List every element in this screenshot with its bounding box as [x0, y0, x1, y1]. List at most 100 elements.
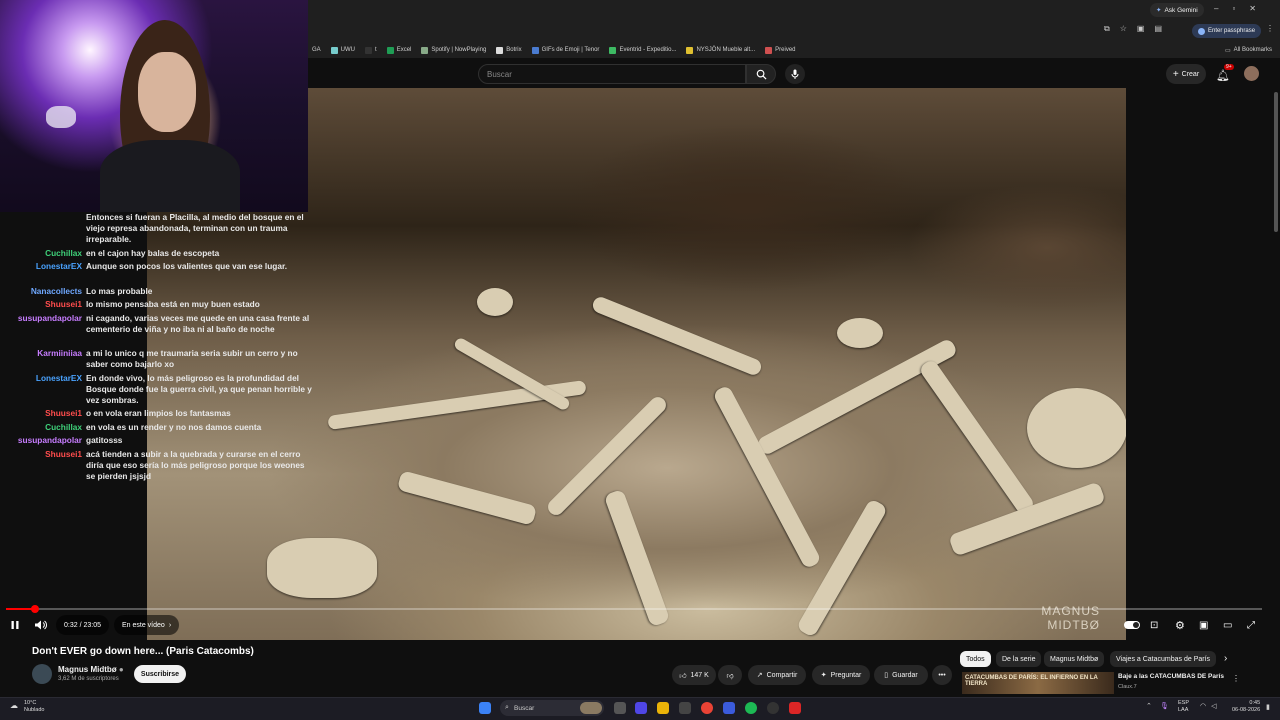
bookmark-icon — [421, 46, 429, 54]
chat-message: Cuchillax en el cajon hay balas de escope… — [0, 248, 316, 259]
subscriber-count: 3,62 M de suscriptores — [58, 676, 119, 682]
extensions-icon[interactable]: ▣ — [1137, 24, 1145, 34]
bookmark-item[interactable]: Preived — [765, 46, 796, 54]
chevron-right-icon[interactable]: › — [1224, 653, 1227, 664]
progress-scrubber[interactable] — [30, 605, 39, 613]
bookmark-item[interactable]: Spotify | NowPlaying — [421, 46, 486, 54]
more-actions-button[interactable]: ••• — [932, 665, 952, 685]
weather-widget[interactable]: ☁ 10°C Nublado — [10, 700, 45, 714]
fullscreen-button[interactable]: ⤢ — [1247, 615, 1255, 635]
chat-username[interactable]: Cuchillax — [45, 422, 82, 433]
chat-message: LonestarEX En donde vivo, lo más peligros… — [0, 373, 316, 406]
channel-avatar[interactable] — [32, 664, 52, 684]
chat-message: Cuchillax en vola es un render y no nos d… — [0, 422, 316, 433]
time-display: 0:32 / 23:05 — [56, 615, 109, 635]
subscribe-button[interactable]: Suscribirse — [134, 665, 186, 683]
bookmark-item[interactable]: NYSJÖN Mueble alt... — [686, 46, 755, 54]
subtitles-button[interactable]: ⊡ — [1150, 615, 1158, 635]
chapter-button[interactable]: En este vídeo › — [114, 615, 180, 635]
menu-kebab-icon[interactable]: ⋮ — [1266, 24, 1274, 33]
bookmark-item[interactable]: t — [365, 46, 377, 54]
dislike-button[interactable]: 👎︎ — [718, 665, 742, 685]
taskbar-search[interactable]: ⌕ Buscar — [500, 700, 604, 716]
create-button[interactable]: + Crear — [1166, 64, 1206, 84]
voice-search-button[interactable] — [785, 64, 805, 84]
language-indicator[interactable]: ESP LAA — [1178, 700, 1189, 714]
chip-all[interactable]: Todos — [960, 651, 991, 667]
chat-username[interactable]: Shuusei1 — [45, 449, 82, 460]
tray-app-icon[interactable]: 🎙︎ — [1160, 702, 1169, 710]
chat-username[interactable]: Shuusei1 — [45, 299, 82, 310]
ask-gemini-button[interactable]: ✦ Ask Gemini — [1150, 3, 1204, 17]
miniplayer-button[interactable]: ▣ — [1199, 615, 1208, 635]
notification-badge: 9+ — [1224, 64, 1234, 70]
chip-catacombs[interactable]: Viajes a Catacumbas de París — [1110, 651, 1217, 667]
minimize-icon[interactable]: – — [1214, 4, 1218, 13]
notification-center-icon[interactable]: ▮ — [1266, 703, 1270, 711]
autoplay-toggle[interactable] — [1124, 615, 1140, 635]
clock[interactable]: 0:45 06-08-2026 — [1232, 700, 1260, 714]
chat-username[interactable]: Shuusei1 — [45, 408, 82, 419]
verified-icon: ● — [118, 665, 124, 674]
bookmark-item[interactable]: Botrix — [496, 46, 522, 54]
ask-button[interactable]: ✦ Preguntar — [812, 665, 870, 685]
bookmark-star-icon[interactable]: ☆ — [1120, 24, 1127, 34]
volume-button[interactable] — [35, 615, 47, 635]
pause-button[interactable] — [10, 615, 20, 635]
chat-username[interactable]: susupandapolar — [18, 435, 82, 446]
avatar[interactable] — [1244, 66, 1259, 81]
chat-username[interactable]: Karmiiniiaa — [37, 348, 82, 359]
recommended-channel[interactable]: Claux.7 — [1118, 684, 1137, 690]
scrollbar[interactable] — [1274, 92, 1278, 232]
settings-button[interactable]: ⚙ — [1175, 615, 1185, 635]
obs-icon[interactable] — [767, 702, 779, 714]
recommended-thumbnail[interactable]: CATACUMBAS DE PARÍS: EL INFIERNO EN LA T… — [962, 672, 1114, 694]
maximize-icon[interactable]: ▫ — [1232, 4, 1235, 13]
chat-message: LonestarEX Aunque son pocos los valientes… — [0, 261, 316, 283]
share-button[interactable]: ↗ Compartir — [748, 665, 806, 685]
store-icon[interactable] — [679, 702, 691, 714]
task-view-icon[interactable] — [614, 702, 626, 714]
bookmark-item[interactable]: UWU — [330, 46, 355, 54]
app-icon[interactable] — [635, 702, 647, 714]
bookmark-item[interactable]: GIFs de Emoji | Tenor — [531, 46, 599, 54]
search-input[interactable]: Buscar — [478, 64, 746, 84]
spotify-icon[interactable] — [745, 702, 757, 714]
chat-username[interactable]: susupandapolar — [18, 313, 82, 324]
chip-series[interactable]: De la serie — [996, 651, 1042, 667]
chat-username[interactable]: LonestarEX — [36, 261, 82, 272]
window-controls: – ▫ ✕ — [1214, 4, 1256, 13]
close-icon[interactable]: ✕ — [1249, 4, 1256, 13]
chrome-icon[interactable] — [701, 702, 713, 714]
progress-bar[interactable] — [6, 608, 1262, 610]
theater-button[interactable]: ▭ — [1223, 615, 1232, 635]
bookmark-item[interactable]: Excel — [386, 46, 411, 54]
file-explorer-icon[interactable] — [657, 702, 669, 714]
sidebar-icon[interactable]: ▤ — [1154, 24, 1162, 34]
notifications-button[interactable]: 🔔︎ 9+ — [1216, 64, 1234, 84]
app-icon[interactable] — [789, 702, 801, 714]
like-button[interactable]: 👍︎ 147 K — [672, 665, 716, 685]
enter-passphrase-button[interactable]: Enter passphrase — [1192, 24, 1262, 38]
chip-channel[interactable]: Magnus Midtbø — [1044, 651, 1105, 667]
save-button[interactable]: ▯ Guardar — [874, 665, 928, 685]
chat-message: Nanacollects Lo mas probable — [0, 286, 316, 297]
chat-username[interactable]: Cuchillax — [45, 248, 82, 259]
app-icon[interactable] — [723, 702, 735, 714]
search-placeholder: Buscar — [487, 70, 512, 79]
more-vertical-icon[interactable]: ⋮ — [1232, 674, 1240, 683]
tray-chevron-icon[interactable]: ⌃ — [1146, 702, 1152, 710]
install-icon[interactable]: ⧉ — [1104, 24, 1110, 34]
all-bookmarks[interactable]: ▭ All Bookmarks — [1225, 47, 1272, 54]
volume-icon — [35, 620, 47, 630]
lang-secondary: LAA — [1178, 707, 1189, 713]
recommended-title[interactable]: Baje a las CATACUMBAS DE París — [1118, 673, 1224, 680]
bookmark-item[interactable]: Eventrid - Expeditio... — [609, 46, 676, 54]
system-tray[interactable]: ◠ ◁ — [1200, 702, 1217, 710]
channel-name[interactable]: Magnus Midtbø ● — [58, 665, 124, 674]
windows-start-icon[interactable] — [479, 702, 491, 714]
search-button[interactable] — [746, 64, 776, 84]
chat-username[interactable]: LonestarEX — [36, 373, 82, 384]
chat-username[interactable]: Nanacollects — [31, 286, 82, 297]
bookmark-item[interactable]: GA — [312, 47, 321, 53]
